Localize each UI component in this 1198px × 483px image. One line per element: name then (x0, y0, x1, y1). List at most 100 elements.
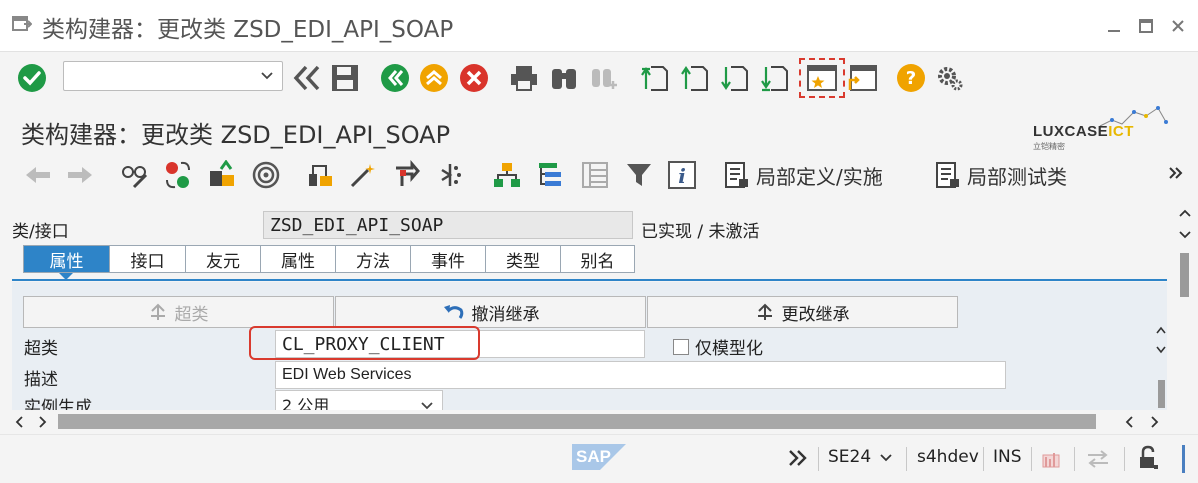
save-button[interactable] (328, 62, 362, 94)
status-bar: SAP SE24 s4hdev INS (0, 434, 1198, 483)
superclass-button[interactable]: 超类 (23, 296, 334, 328)
display-change-button[interactable] (120, 160, 150, 190)
structure-list-icon (539, 163, 561, 186)
object-list-button[interactable] (392, 160, 422, 190)
layout-grid-icon (582, 162, 608, 188)
tab-events[interactable]: 事件 (411, 246, 486, 272)
help-button[interactable]: ? (895, 62, 927, 94)
chevron-down-icon[interactable] (1178, 230, 1192, 240)
panel-scroll-thumb[interactable] (1158, 380, 1165, 408)
local-definitions-label: 局部定义/实施 (756, 164, 883, 189)
last-page-button[interactable] (757, 62, 791, 94)
print-icon (511, 66, 537, 91)
vertical-scrollbar[interactable] (1171, 198, 1198, 410)
instantiation-select[interactable]: 2 公用 (275, 390, 443, 410)
filter-button[interactable] (624, 160, 654, 190)
chevron-down-icon[interactable] (1156, 346, 1166, 354)
chevron-left-icon[interactable] (1124, 416, 1134, 428)
superclass-label: 超类 (24, 339, 58, 359)
tab-interfaces[interactable]: 接口 (110, 246, 186, 272)
tab-methods[interactable]: 方法 (336, 246, 411, 272)
tab-aliases[interactable]: 别名 (561, 246, 634, 272)
minimize-icon[interactable] (1106, 18, 1122, 34)
local-test-classes-icon (936, 162, 959, 188)
horizontal-scroll-thumb[interactable] (58, 414, 1096, 429)
change-inheritance-button[interactable]: 更改继承 (647, 296, 958, 328)
local-test-classes-button[interactable]: 局部测试类 (935, 160, 1067, 190)
wizard-button[interactable] (348, 160, 378, 190)
transaction-code[interactable]: SE24 (828, 447, 871, 467)
information-icon: i (668, 161, 696, 189)
information-button[interactable]: i (668, 160, 696, 190)
lock-icon[interactable] (1136, 445, 1162, 471)
filter-funnel-icon (627, 164, 651, 186)
layout-button[interactable] (580, 160, 610, 190)
forward-arrow-button[interactable] (66, 160, 94, 190)
panel-vscroll[interactable] (1155, 318, 1167, 410)
status-separator: / (692, 222, 709, 242)
exit-button[interactable] (417, 62, 451, 94)
create-session-icon (807, 65, 837, 91)
horizontal-scrollbar[interactable] (0, 410, 1198, 434)
hierarchy-button[interactable] (492, 160, 522, 190)
window-icon[interactable] (12, 16, 32, 32)
enter-button[interactable] (16, 62, 48, 94)
active-inactive-icon (166, 161, 190, 189)
where-used-button[interactable] (306, 160, 336, 190)
glasses-pencil-icon (122, 166, 148, 189)
modeling-only-option[interactable]: 仅模型化 (673, 334, 763, 359)
command-input[interactable] (64, 62, 254, 90)
create-session-button[interactable] (799, 58, 845, 98)
next-page-button[interactable] (717, 62, 751, 94)
double-chevron-right-icon[interactable] (788, 449, 808, 467)
cancel-icon (460, 64, 488, 92)
tab-attributes[interactable]: 属性 (261, 246, 336, 272)
tab-types[interactable]: 类型 (486, 246, 561, 272)
chevron-up-icon[interactable] (1178, 208, 1192, 218)
highlight-box (249, 326, 480, 360)
find-next-button[interactable] (587, 62, 621, 94)
page-title: 类构建器：更改类 ZSD_EDI_API_SOAP (21, 121, 451, 149)
active-inactive-button[interactable] (163, 160, 193, 190)
navigation-button[interactable] (436, 160, 466, 190)
generate-shortcut-button[interactable] (845, 62, 879, 94)
cancel-button[interactable] (457, 62, 491, 94)
chevron-right-icon[interactable] (1150, 416, 1160, 428)
chevron-down-icon[interactable] (260, 68, 274, 82)
back-arrow-button[interactable] (24, 160, 52, 190)
customize-layout-button[interactable] (932, 62, 966, 94)
back-button[interactable] (378, 62, 412, 94)
chevron-up-icon[interactable] (1156, 326, 1166, 334)
close-icon[interactable] (1170, 18, 1186, 34)
tab-strip: 属性 接口 友元 属性 方法 事件 类型 别名 (23, 245, 635, 273)
structure-button[interactable] (536, 160, 566, 190)
first-page-button[interactable] (637, 62, 671, 94)
vertical-scroll-thumb[interactable] (1180, 253, 1189, 297)
tab-properties[interactable]: 属性 (24, 246, 110, 272)
activate-button[interactable] (251, 160, 281, 190)
local-definitions-button[interactable]: 局部定义/实施 (724, 160, 883, 190)
previous-page-button[interactable] (677, 62, 711, 94)
undo-inheritance-label: 撤消继承 (471, 304, 540, 325)
tab-friends[interactable]: 友元 (186, 246, 261, 272)
instantiation-label: 实例生成 (24, 398, 92, 410)
maximize-icon[interactable] (1138, 18, 1154, 34)
undo-inheritance-button[interactable]: 撤消继承 (335, 296, 646, 328)
print-button[interactable] (507, 62, 541, 94)
description-field[interactable]: EDI Web Services (275, 361, 1006, 389)
command-field[interactable] (63, 61, 283, 91)
chevron-down-icon[interactable] (880, 453, 892, 463)
chevron-left-icon[interactable] (14, 416, 24, 428)
toolbar-overflow-button[interactable] (1168, 158, 1184, 188)
customize-layout-icon (938, 67, 963, 91)
class-interface-field[interactable]: ZSD_EDI_API_SOAP (263, 211, 633, 239)
chevron-right-icon[interactable] (38, 416, 48, 428)
object-status: 已实现 / 未激活 (641, 217, 760, 242)
back-double-button[interactable] (290, 62, 324, 94)
check-button[interactable] (207, 160, 237, 190)
system-load-icon (1042, 453, 1060, 468)
find-button[interactable] (547, 62, 581, 94)
insert-mode[interactable]: INS (993, 447, 1022, 467)
modeling-only-checkbox[interactable] (673, 338, 689, 355)
last-page-icon (761, 66, 788, 92)
